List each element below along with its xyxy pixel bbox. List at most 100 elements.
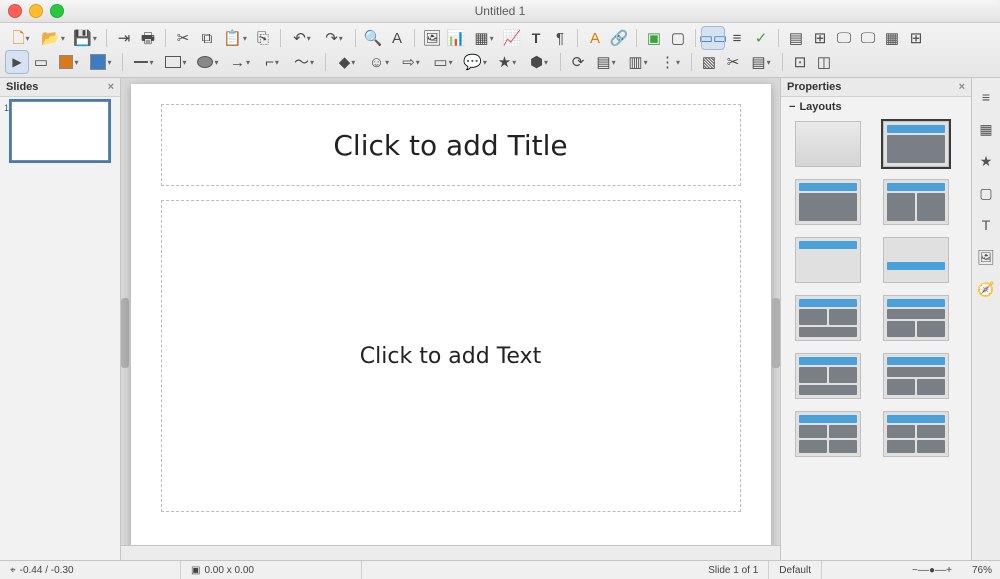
dropdown-icon: ▾ bbox=[676, 58, 680, 67]
toggle-extrusion-button[interactable]: ◫ bbox=[813, 51, 835, 73]
insert-image-button[interactable]: 🖼 bbox=[421, 27, 443, 49]
arrow-tool-button[interactable]: →▾ bbox=[225, 51, 255, 73]
display-button[interactable]: 🖵 bbox=[833, 27, 855, 49]
display2-button[interactable]: 🖵 bbox=[857, 27, 879, 49]
print-button[interactable]: 🖶 bbox=[137, 27, 159, 49]
new-button[interactable]: 🗋▾ bbox=[6, 27, 36, 49]
slide-thumbnail[interactable]: 1 bbox=[4, 101, 116, 161]
insert-special-button[interactable]: ¶ bbox=[549, 27, 571, 49]
master-tab-icon[interactable]: ▢ bbox=[977, 184, 995, 202]
title-placeholder[interactable]: Click to add Title bbox=[161, 104, 741, 186]
minimize-window-button[interactable] bbox=[29, 4, 43, 18]
paste-button[interactable]: 📋▾ bbox=[220, 27, 250, 49]
present-current-button[interactable]: ▢ bbox=[667, 27, 689, 49]
arrange-button[interactable]: ▥▾ bbox=[623, 51, 653, 73]
layout-title-two-content[interactable] bbox=[883, 179, 949, 225]
glue-button[interactable]: ⊡ bbox=[789, 51, 811, 73]
arrow-shapes-button[interactable]: ⇨▾ bbox=[396, 51, 426, 73]
layout-title-only[interactable] bbox=[795, 237, 861, 283]
left-panel-grab-handle[interactable] bbox=[121, 298, 129, 368]
spell-button[interactable]: A bbox=[386, 27, 408, 49]
horizontal-scrollbar[interactable] bbox=[121, 545, 780, 560]
layout-six-content-a[interactable] bbox=[795, 411, 861, 457]
line-color-button[interactable]: ▾ bbox=[54, 51, 84, 73]
extra-button[interactable]: ⊞ bbox=[905, 27, 927, 49]
layout-two-content-below[interactable] bbox=[795, 353, 861, 399]
filter-button[interactable]: ▤▾ bbox=[746, 51, 776, 73]
insert-text-button[interactable]: T bbox=[525, 27, 547, 49]
basic-shapes-button[interactable]: ◆▾ bbox=[332, 51, 362, 73]
insert-chart-button[interactable]: 📊 bbox=[445, 27, 467, 49]
animation-tab-icon[interactable]: ★ bbox=[977, 152, 995, 170]
symbol-shapes-button[interactable]: ☺▾ bbox=[364, 51, 394, 73]
link-button[interactable]: 🔗 bbox=[608, 27, 630, 49]
rotate-button[interactable]: ⟳ bbox=[567, 51, 589, 73]
pointer-icon: ▶ bbox=[12, 56, 21, 68]
line-tool-button[interactable]: ▾ bbox=[129, 51, 159, 73]
3d-button[interactable]: ⬢▾ bbox=[524, 51, 554, 73]
layout-title-content-alt[interactable] bbox=[795, 179, 861, 225]
cut-button[interactable]: ✂ bbox=[172, 27, 194, 49]
flowchart-button[interactable]: ▭▾ bbox=[428, 51, 458, 73]
shadow-button[interactable]: ▧ bbox=[698, 51, 720, 73]
layout-centered-text[interactable] bbox=[883, 237, 949, 283]
export-button[interactable]: ⇥ bbox=[113, 27, 135, 49]
insert-chart2-button[interactable]: 📈 bbox=[501, 27, 523, 49]
layout-two-content-above[interactable] bbox=[795, 295, 861, 341]
zoom-page-button[interactable]: ▭ bbox=[30, 51, 52, 73]
present-start-button[interactable]: ▣ bbox=[643, 27, 665, 49]
align-icon: ▤ bbox=[596, 55, 610, 70]
zoom-window-button[interactable] bbox=[50, 4, 64, 18]
fontwork-button[interactable]: A bbox=[584, 27, 606, 49]
insert-table-button[interactable]: ▦▾ bbox=[469, 27, 499, 49]
layout-title-content[interactable] bbox=[883, 121, 949, 167]
align-button[interactable]: ▤▾ bbox=[591, 51, 621, 73]
properties-tab-icon[interactable]: ≡ bbox=[977, 88, 995, 106]
crop-button[interactable]: ✂ bbox=[722, 51, 744, 73]
layout-six-content-b[interactable] bbox=[883, 411, 949, 457]
views-normal-button[interactable]: ▭▭ bbox=[702, 27, 724, 49]
copy-button[interactable]: ⧉ bbox=[196, 27, 218, 49]
slide-page[interactable]: Click to add Title Click to add Text bbox=[131, 84, 771, 545]
slide-transition-tab-icon[interactable]: ▦ bbox=[977, 120, 995, 138]
undo-button[interactable]: ↶▾ bbox=[287, 27, 317, 49]
titlebar: Untitled 1 bbox=[0, 0, 1000, 23]
stars-icon: ★ bbox=[498, 55, 511, 70]
curve-tool-button[interactable]: ～▾ bbox=[289, 51, 319, 73]
styles-tab-icon[interactable]: T bbox=[977, 216, 995, 234]
layout-four-content[interactable] bbox=[883, 353, 949, 399]
distribute-button[interactable]: ⋮▾ bbox=[655, 51, 685, 73]
layout-content-two-above[interactable] bbox=[883, 295, 949, 341]
handout-button[interactable]: ⊞ bbox=[809, 27, 831, 49]
right-panel-grab-handle[interactable] bbox=[772, 298, 780, 368]
rect-tool-button[interactable]: ▾ bbox=[161, 51, 191, 73]
zoom-slider[interactable]: −––●––+ bbox=[912, 565, 952, 576]
slides-panel-close-icon[interactable]: × bbox=[108, 81, 114, 93]
pointer-button[interactable]: ▶ bbox=[6, 51, 28, 73]
status-zoom[interactable]: 76% bbox=[972, 565, 992, 576]
ellipse-tool-button[interactable]: ▾ bbox=[193, 51, 223, 73]
clone-button[interactable]: ⎘ bbox=[252, 27, 274, 49]
close-window-button[interactable] bbox=[8, 4, 22, 18]
dropdown-icon: ▾ bbox=[214, 58, 218, 67]
redo-button[interactable]: ↷▾ bbox=[319, 27, 349, 49]
save-button[interactable]: 💾▾ bbox=[70, 27, 100, 49]
callouts-button[interactable]: 💬▾ bbox=[460, 51, 490, 73]
master-button[interactable]: ▤ bbox=[785, 27, 807, 49]
minus-icon[interactable]: − bbox=[789, 101, 795, 113]
layouts-section-title: Layouts bbox=[799, 101, 841, 113]
views-notes-button[interactable]: ✓ bbox=[750, 27, 772, 49]
stars-button[interactable]: ★▾ bbox=[492, 51, 522, 73]
fill-color-button[interactable]: ▾ bbox=[86, 51, 116, 73]
properties-panel-close-icon[interactable]: × bbox=[959, 81, 965, 93]
layout-blank[interactable] bbox=[795, 121, 861, 167]
find-button[interactable]: 🔍 bbox=[362, 27, 384, 49]
views-outline-button[interactable]: ≡ bbox=[726, 27, 748, 49]
views-sorter-button[interactable]: ▦ bbox=[881, 27, 903, 49]
conn-tool-button[interactable]: ⌐▾ bbox=[257, 51, 287, 73]
navigator-tab-icon[interactable]: 🧭 bbox=[977, 280, 995, 298]
content-placeholder[interactable]: Click to add Text bbox=[161, 200, 741, 512]
gallery-tab-icon[interactable]: 🖼 bbox=[977, 248, 995, 266]
crop-icon: ✂ bbox=[727, 55, 740, 70]
open-button[interactable]: 📂▾ bbox=[38, 27, 68, 49]
